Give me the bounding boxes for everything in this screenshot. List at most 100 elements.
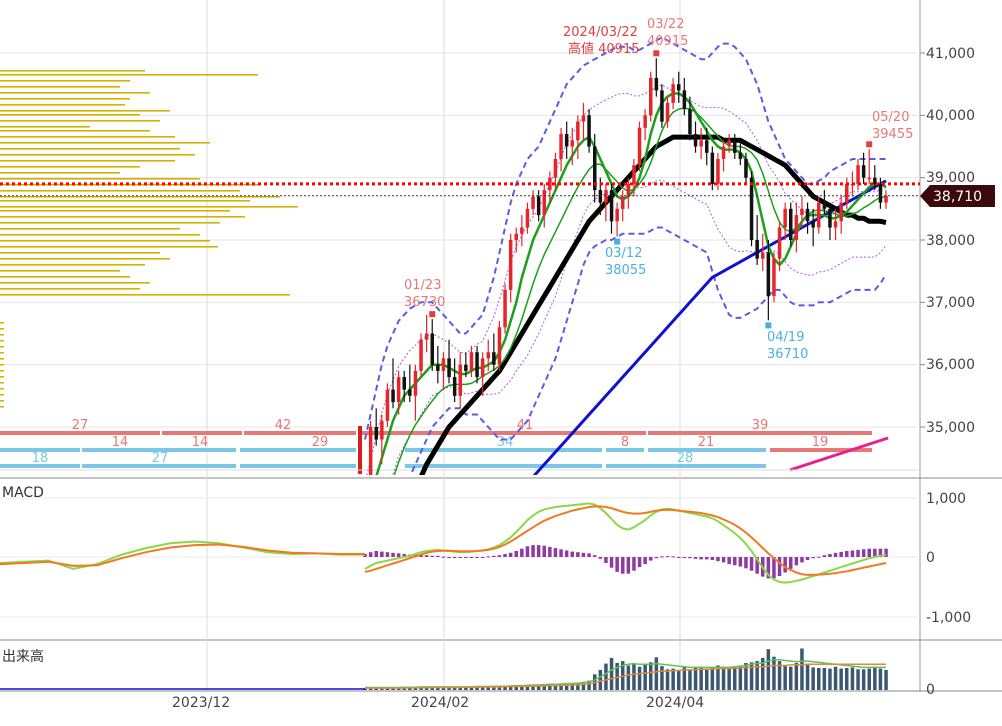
candle-body [884,195,888,203]
high-value: 40915 [647,34,688,49]
volume-profile-bar [0,394,4,396]
macd-histogram-bar [593,555,597,557]
macd-histogram-bar [789,557,793,569]
macd-histogram-bar [452,557,457,558]
volume-profile-bar [0,70,145,72]
volume-profile-bar [0,206,298,208]
volume-profile-bar [0,74,258,76]
macd-histogram-bar [430,555,434,557]
volume-bar [721,666,726,690]
volume-profile-bar [0,328,4,330]
volume-bar [637,666,642,690]
candle-body [531,196,535,209]
macd-histogram-bar [514,551,518,557]
volume-bar [665,669,670,690]
price-tick-41000: 41,000 [926,46,975,62]
volume-profile-bar [0,172,120,174]
volume-bar [867,668,871,690]
volume-profile-bar [0,246,218,248]
volume-profile [0,70,298,408]
macd-histogram-bar [643,557,647,565]
candle-body [649,77,653,116]
macd-histogram-bar [458,557,462,558]
volume-profile-bar [0,364,4,366]
low-apr-value: 36710 [767,347,808,362]
candle-body [564,134,569,147]
volume-bar [733,666,737,690]
candle-body [436,364,440,371]
macd-histogram-bar [688,557,692,559]
macd-histogram-bar [396,553,401,557]
count-label-red: 8 [621,435,629,450]
candle-body [744,159,748,178]
macd-histogram-bar [391,552,395,557]
candle-body [419,339,423,371]
volume-bar [660,666,664,690]
candle-body [665,102,670,122]
candle-body [805,208,810,222]
volume-profile-bar [0,340,4,342]
candle-body [475,352,479,378]
volume-title: 出来高 [2,648,44,665]
volume-bar [800,648,804,690]
candle-body [598,190,603,203]
macd-histogram-bar [660,556,664,558]
macd-histogram-bar [665,556,670,558]
macd-axis: 1,000 0 -1,000 [926,491,971,626]
volume-bar [884,669,888,690]
candle-body [772,258,776,297]
volume-profile-bar [0,110,170,112]
volume-bar [693,667,698,690]
price-tick-39000: 39,000 [926,170,975,186]
count-label-red: 21 [698,435,715,450]
stock-chart: 2714 144229418 21391918 273428 41,000 40,00… [0,0,1002,711]
volume-bar [766,649,771,690]
volume-profile-bar [0,86,120,88]
candle-body [559,134,563,159]
candle-body [727,140,731,147]
volume-profile-bar [0,190,240,192]
macd-histogram-bar [520,548,524,557]
macd-histogram-bar [497,555,502,557]
macd-tick-1000: 1,000 [926,491,966,507]
candle-body [576,121,580,141]
macd-histogram-bar [805,557,810,560]
candle-body [458,364,462,396]
candle-body [413,370,418,396]
volume-bar [805,663,810,690]
volume-bar [649,662,653,690]
candle-body [710,152,715,184]
count-bar-blue [240,448,356,452]
candle-body [861,165,866,178]
candle-body [721,146,726,159]
macd-histogram-bar [710,557,715,560]
volume-profile-bar [0,222,220,224]
macd-histogram-bar [777,557,782,576]
signal-line [364,505,887,576]
volume-profile-bar [0,282,150,284]
volume-profile-bar [0,166,140,168]
count-label-red: 19 [812,435,829,450]
may-date: 05/20 [872,110,909,125]
candle-body [777,227,782,259]
candle-body [391,389,395,403]
macd-histogram-bar [733,557,737,566]
candle-body [480,358,485,378]
x-tick-2024-04: 2024/04 [646,695,704,711]
macd-histogram-bar [525,546,530,557]
volume-profile-bar [0,120,160,122]
x-tick-2023-12: 2023/12 [172,695,230,711]
volume-bar [755,661,759,690]
volume-profile-bar [0,130,150,132]
macd-histogram-bar [564,550,569,557]
volume-profile-bar [0,382,4,384]
high-date-full: 2024/03/22 [563,25,638,40]
volume-profile-bar [0,358,4,360]
volume-profile-bar [0,376,4,378]
volume-bar [727,668,731,690]
candle-body [536,196,541,216]
volume-profile-bar [0,200,250,202]
macd-histogram-bar [817,556,821,558]
candle-body [587,115,591,147]
macd-histogram-bar [727,557,731,565]
